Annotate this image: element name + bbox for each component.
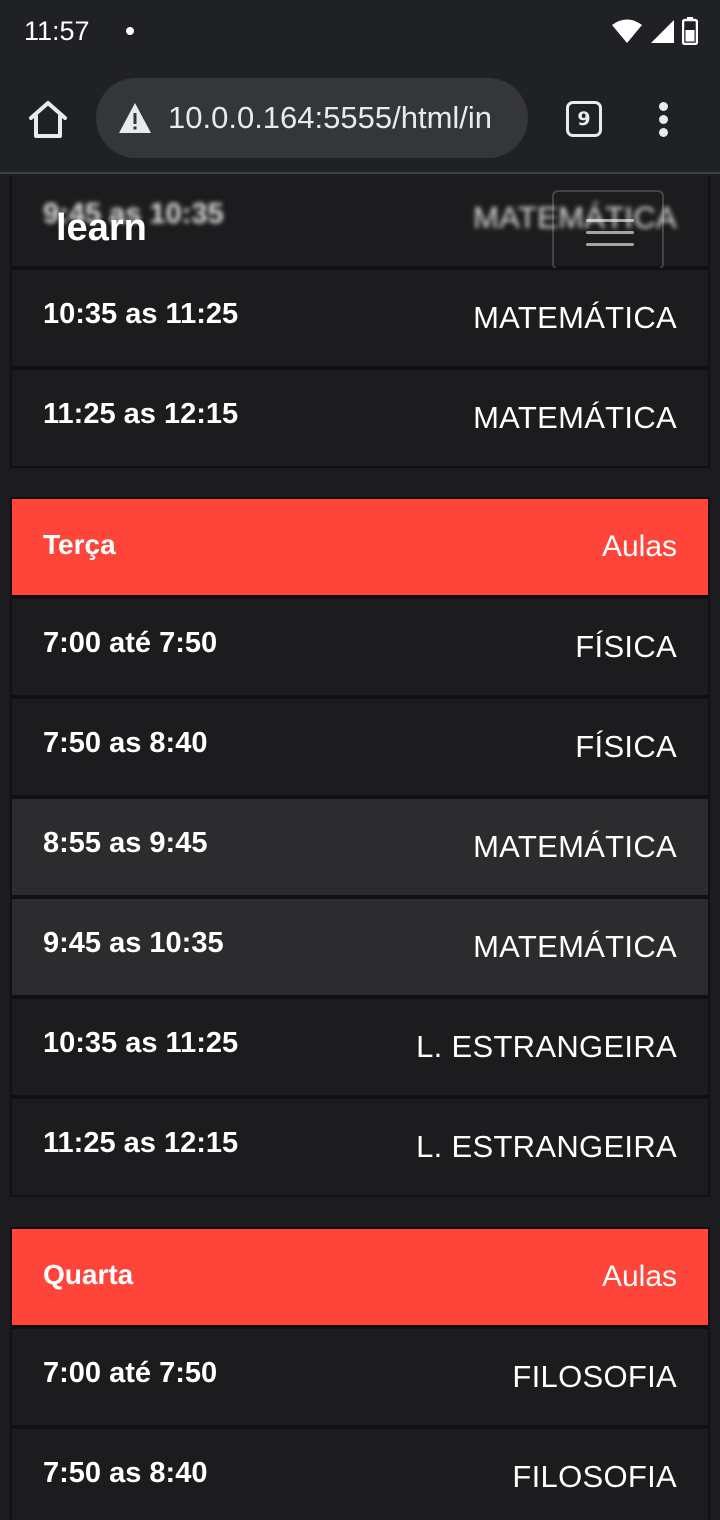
status-time: 11:57 (24, 16, 90, 46)
navbar-toggle-button[interactable] (552, 190, 664, 270)
aulas-label: Aulas (601, 530, 677, 563)
row-time: 8:55 as 9:45 (43, 827, 208, 859)
row-time: 11:25 as 12:15 (43, 1127, 239, 1159)
more-vert-icon[interactable] (654, 100, 674, 140)
day-header-terca: Terça Aulas (10, 497, 710, 597)
signal-icon (651, 20, 674, 43)
status-icons (612, 16, 698, 46)
row-time: 7:50 as 8:40 (43, 1457, 208, 1489)
row-subject: MATEMÁTICA (473, 300, 677, 335)
table-row: 10:35 as 11:25 L. ESTRANGEIRA (10, 997, 710, 1097)
navbar-brand[interactable]: learn (56, 207, 147, 250)
row-time: 9:45 as 10:35 (43, 927, 224, 959)
navbar: learn (0, 176, 720, 276)
warning-icon[interactable] (118, 102, 152, 134)
hamburger-icon (586, 219, 634, 222)
row-time: 10:35 as 11:25 (43, 298, 239, 330)
address-bar[interactable]: 10.0.0.164:5555/html/in (96, 78, 528, 158)
wifi-icon (612, 19, 642, 43)
aulas-label: Aulas (601, 1260, 677, 1293)
table-row: 9:45 as 10:35 MATEMÁTICA (10, 897, 710, 997)
table-row: 7:50 as 8:40 FÍSICA (10, 697, 710, 797)
row-time: 11:25 as 12:15 (43, 398, 239, 430)
browser-toolbar: 10.0.0.164:5555/html/in 9 (0, 64, 720, 174)
table-row: 7:00 até 7:50 FÍSICA (10, 597, 710, 697)
table-row: 7:50 as 8:40 FILOSOFIA (10, 1427, 710, 1520)
table-row: 7:00 até 7:50 FILOSOFIA (10, 1327, 710, 1427)
row-subject: MATEMÁTICA (473, 929, 677, 964)
row-subject: MATEMÁTICA (473, 400, 677, 435)
row-time: 7:00 até 7:50 (43, 1357, 218, 1389)
day-title: Quarta (43, 1259, 134, 1290)
status-bar: 11:57 (0, 0, 720, 64)
row-subject: FÍSICA (575, 729, 677, 764)
home-icon (29, 101, 67, 138)
day-title: Terça (43, 529, 116, 560)
row-subject: FÍSICA (575, 629, 677, 664)
row-subject: L. ESTRANGEIRA (416, 1029, 677, 1064)
table-row: 11:25 as 12:15 L. ESTRANGEIRA (10, 1097, 710, 1197)
table-row: 10:35 as 11:25 MATEMÁTICA (10, 268, 710, 368)
table-row: 8:55 as 9:45 MATEMÁTICA (10, 797, 710, 897)
tabs-button[interactable]: 9 (566, 101, 602, 137)
row-time: 10:35 as 11:25 (43, 1027, 239, 1059)
table-row: 11:25 as 12:15 MATEMÁTICA (10, 368, 710, 468)
row-time: 7:50 as 8:40 (43, 727, 208, 759)
row-subject: L. ESTRANGEIRA (416, 1129, 677, 1164)
schedule-content: 9:45 as 10:35 MATEMÁTICA learn 10:35 as … (0, 176, 720, 1520)
row-time: 7:00 até 7:50 (43, 627, 218, 659)
battery-icon (682, 17, 698, 45)
url-text[interactable]: 10.0.0.164:5555/html/in (168, 100, 518, 136)
day-header-quarta: Quarta Aulas (10, 1227, 710, 1327)
row-subject: MATEMÁTICA (473, 829, 677, 864)
row-subject: FILOSOFIA (512, 1459, 677, 1494)
row-subject: FILOSOFIA (512, 1359, 677, 1394)
notification-dot-icon (126, 27, 134, 35)
home-button[interactable] (24, 96, 72, 144)
